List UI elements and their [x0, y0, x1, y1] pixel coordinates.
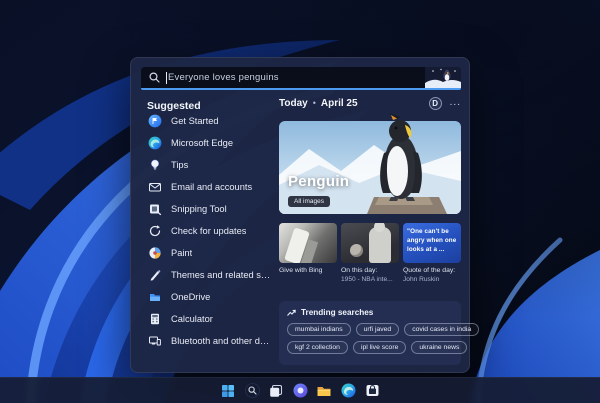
get-started-icon	[147, 114, 162, 129]
card-caption: On this day:	[341, 267, 378, 274]
trending-pill[interactable]: kgf 2 collection	[287, 341, 348, 354]
card-caption: Give with Bing	[279, 267, 323, 274]
store-button[interactable]	[363, 381, 382, 400]
task-view-icon	[270, 384, 283, 397]
themes-icon	[147, 268, 162, 283]
taskbar-search-button[interactable]	[243, 381, 262, 400]
search-flyout: Everyone loves penguins Suggested Get St…	[130, 57, 480, 373]
suggested-item-label: Email and accounts	[171, 182, 253, 192]
suggested-item-label: Get Started	[171, 116, 219, 126]
taskbar	[0, 377, 600, 403]
all-images-button[interactable]: All images	[288, 196, 330, 207]
file-explorer-icon	[317, 386, 331, 396]
suggested-item-label: OneDrive	[171, 292, 211, 302]
trending-icon	[287, 309, 296, 316]
widgets-button[interactable]	[291, 381, 310, 400]
daily-cards: Give with Bing On this day: 1950 - NBA i…	[279, 223, 461, 284]
suggested-heading: Suggested	[147, 100, 201, 112]
card-subcaption: John Ruskin	[403, 275, 440, 283]
card-give-with-bing[interactable]: Give with Bing	[279, 223, 337, 284]
calculator-icon	[147, 312, 162, 327]
email-icon	[147, 180, 162, 195]
suggested-item-paint[interactable]: Paint	[147, 244, 273, 262]
store-icon	[366, 385, 378, 396]
suggested-item-label: Themes and related settings	[171, 270, 273, 280]
trending-pill[interactable]: urfi javed	[355, 323, 400, 336]
card-subcaption: 1950 - NBA inte...	[341, 275, 393, 283]
tips-icon	[147, 158, 162, 173]
suggested-item-label: Snipping Tool	[171, 204, 227, 214]
task-view-button[interactable]	[267, 381, 286, 400]
widgets-icon	[293, 383, 307, 398]
suggested-item-get-started[interactable]: Get Started	[147, 112, 273, 130]
suggested-item-email-accounts[interactable]: Email and accounts	[147, 178, 273, 196]
file-explorer-button[interactable]	[315, 381, 334, 400]
start-button[interactable]	[219, 381, 238, 400]
hero-card-penguin[interactable]: Penguin All images	[279, 113, 461, 214]
trending-pill[interactable]: mumbai indians	[287, 323, 351, 336]
onedrive-icon	[147, 290, 162, 305]
edge-taskbar-button[interactable]	[339, 381, 358, 400]
trending-pill[interactable]: ukraine news	[411, 341, 468, 354]
windows-start-icon	[222, 384, 234, 397]
suggested-item-themes[interactable]: Themes and related settings	[147, 266, 273, 284]
suggested-item-onedrive[interactable]: OneDrive	[147, 288, 273, 306]
on-this-day-image	[341, 223, 399, 263]
suggested-item-microsoft-edge[interactable]: Microsoft Edge	[147, 134, 273, 152]
edge-icon	[147, 136, 162, 151]
taskbar-search-icon	[244, 383, 260, 398]
trending-section: Trending searches mumbai indians urfi ja…	[279, 301, 480, 365]
suggested-item-calculator[interactable]: Calculator	[147, 310, 273, 328]
suggested-item-label: Bluetooth and other devices sett...	[171, 336, 273, 346]
hero-title: Penguin	[288, 173, 350, 190]
suggested-item-label: Tips	[171, 160, 189, 170]
card-on-this-day[interactable]: On this day: 1950 - NBA inte...	[341, 223, 399, 284]
trending-heading: Trending searches	[301, 308, 374, 317]
text-caret	[166, 71, 167, 84]
suggested-item-snipping-tool[interactable]: Snipping Tool	[147, 200, 273, 218]
search-doodle-penguin-icon[interactable]	[425, 67, 461, 88]
suggested-item-bluetooth-devices[interactable]: Bluetooth and other devices sett...	[147, 332, 273, 350]
updates-icon	[147, 224, 162, 239]
suggested-item-check-updates[interactable]: Check for updates	[147, 222, 273, 240]
suggested-item-label: Calculator	[171, 314, 213, 324]
give-with-bing-image	[279, 223, 337, 263]
trending-pill[interactable]: covid cases in india	[404, 323, 480, 336]
suggested-item-label: Check for updates	[171, 226, 247, 236]
trending-pill[interactable]: ipl live score	[352, 341, 407, 354]
edge-taskbar-icon	[341, 383, 355, 398]
suggested-item-tips[interactable]: Tips	[147, 156, 273, 174]
search-icon	[149, 72, 160, 83]
quote-card: "One can't be angry when one looks at a …	[403, 223, 461, 263]
bluetooth-devices-icon	[147, 334, 162, 349]
quote-text: "One can't be angry when one looks at a …	[407, 228, 457, 254]
search-input[interactable]: Everyone loves penguins	[168, 72, 279, 83]
desktop: Everyone loves penguins Suggested Get St…	[0, 0, 600, 403]
paint-icon	[147, 246, 162, 261]
search-box[interactable]: Everyone loves penguins	[141, 67, 461, 90]
card-quote-of-the-day[interactable]: "One can't be angry when one looks at a …	[403, 223, 461, 284]
snipping-tool-icon	[147, 202, 162, 217]
card-caption: Quote of the day:	[403, 267, 456, 274]
suggested-item-label: Microsoft Edge	[171, 138, 234, 148]
suggested-item-label: Paint	[171, 248, 193, 258]
